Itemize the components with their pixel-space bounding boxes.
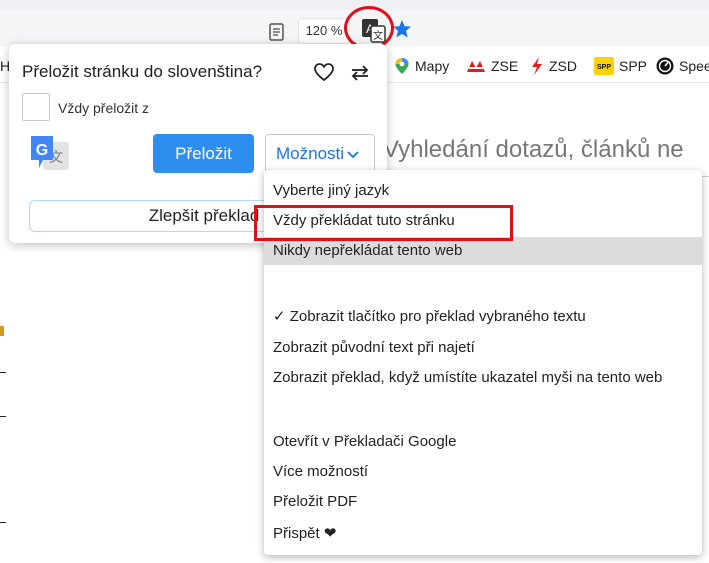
popup-title: Přeložit stránku do slovenština? (22, 62, 263, 81)
options-label: Možnosti (276, 144, 345, 163)
google-translate-logo-icon: 文G (29, 132, 71, 174)
bookmark-speed[interactable]: Spee (656, 56, 709, 76)
red-annotation-rectangle (254, 205, 513, 241)
always-translate-checkbox[interactable] (22, 93, 50, 121)
swap-languages-icon[interactable] (349, 62, 371, 84)
zse-logo-icon (466, 58, 486, 74)
bookmark-star-icon[interactable] (391, 18, 413, 40)
zoom-level-badge[interactable]: 120 % (298, 18, 350, 44)
menu-item-show-selection-button[interactable]: ✓ Zobrazit tlačítko pro překlad vybranéh… (264, 303, 702, 331)
left-page-line (0, 372, 6, 373)
speedometer-icon (656, 57, 674, 75)
menu-item-donate[interactable]: Přispět ❤ (264, 520, 702, 548)
always-translate-label: Vždy přeložit z (58, 100, 150, 116)
translate-button[interactable]: Přeložit (153, 134, 254, 173)
reader-view-icon[interactable] (268, 22, 286, 42)
svg-text:G: G (36, 142, 48, 159)
heart-icon[interactable] (313, 61, 335, 83)
svg-text:SPP: SPP (597, 64, 611, 71)
zsd-lightning-icon (530, 57, 544, 75)
menu-item-show-translation-on-hover[interactable]: Zobrazit překlad, když umístíte ukazatel… (264, 364, 702, 392)
chevron-down-icon (346, 135, 360, 172)
map-pin-icon (394, 57, 410, 75)
bookmark-mapy[interactable]: Mapy (394, 56, 449, 76)
menu-item-open-google-translate[interactable]: Otevřít v Překladači Google (264, 428, 702, 456)
menu-item-choose-language[interactable]: Vyberte jiný jazyk (264, 177, 702, 205)
bookmark-zse[interactable]: ZSE (466, 56, 518, 76)
bookmark-spp[interactable]: SPP SPP (594, 56, 647, 76)
bookmark-zsd[interactable]: ZSD (530, 56, 577, 76)
options-dropdown-button[interactable]: Možnosti (265, 134, 375, 173)
left-page-line (0, 416, 6, 417)
left-page-mark (0, 326, 4, 336)
menu-item-more-options[interactable]: Více možností (264, 458, 702, 486)
spp-logo-icon: SPP (594, 57, 614, 75)
menu-item-never-translate[interactable]: Nikdy nepřekládat tento web (264, 237, 702, 265)
menu-item-show-original-on-hover[interactable]: Zobrazit původní text při najetí (264, 334, 702, 362)
menu-item-translate-pdf[interactable]: Přeložit PDF (264, 488, 702, 516)
left-page-line (0, 522, 6, 523)
